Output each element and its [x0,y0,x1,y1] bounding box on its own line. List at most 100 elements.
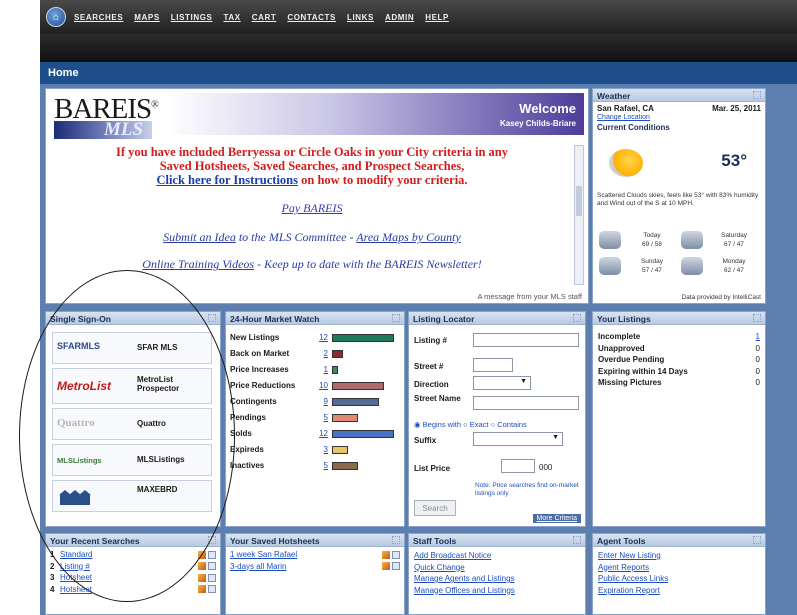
hotsheet-link[interactable]: 1 week San Rafael [230,549,380,561]
market-row-bar [332,398,379,406]
market-row: Back on Market 2 [230,348,400,360]
home-icon[interactable]: ⌂ [46,7,66,27]
recent-search-link[interactable]: Hotsheet [60,572,196,584]
document-icon[interactable] [208,562,216,571]
street-number-label: Street # [414,362,444,371]
document-icon[interactable] [392,562,400,571]
incomplete-count-link[interactable]: 1 [756,331,760,343]
quick-change-link[interactable]: Quick Change [409,562,585,574]
manage-agents-link[interactable]: Manage Agents and Listings [409,573,585,585]
market-row-label: Price Increases [230,365,289,374]
nav-listings[interactable]: LISTINGS [171,13,213,22]
sso-mlslistings[interactable]: MLSListings MLSListings [52,444,212,476]
hotsheet-link[interactable]: 3-days all Marin [230,561,380,573]
nav-searches[interactable]: SEARCHES [74,13,123,22]
street-number-input[interactable] [473,358,513,372]
message-scrollbar[interactable] [574,145,584,285]
market-row-label: New Listings [230,333,280,342]
manage-offices-link[interactable]: Manage Offices and Listings [409,585,585,597]
your-listings-header: Your Listings [593,312,765,325]
sso-label: MAXEBRD [137,485,178,494]
radio-begins-with[interactable]: ◉ Begins with [414,420,461,429]
document-icon[interactable] [208,573,216,582]
edit-icon[interactable] [198,585,206,594]
market-row-label: Pendings [230,413,267,422]
search-button[interactable]: Search [414,500,456,516]
enter-new-listing-link[interactable]: Enter New Listing [593,550,765,562]
radio-contains[interactable]: ○ Contains [491,420,527,429]
market-row-count-link[interactable]: 9 [316,397,328,406]
weather-header: Weather [593,89,765,102]
market-row-count-link[interactable]: 5 [316,461,328,470]
list-price-input[interactable] [501,459,535,473]
sso-maxebrd[interactable]: MAXEBRD [52,480,212,512]
recent-search-link[interactable]: Hotsheet [60,584,196,596]
edit-icon[interactable] [382,550,390,559]
edit-icon[interactable] [382,562,390,571]
recent-search-link[interactable]: Standard [60,549,196,561]
agent-reports-link[interactable]: Agent Reports [593,562,765,574]
document-icon[interactable] [208,550,216,559]
market-row-count-link[interactable]: 3 [316,445,328,454]
weather-panel: Weather San Rafael, CA Mar. 25, 2011 Cha… [592,88,766,304]
change-location-link[interactable]: Change Location [593,113,765,122]
recent-searches-header: Your Recent Searches [46,534,220,547]
training-videos-link[interactable]: Online Training Videos [142,257,254,271]
more-criteria-link[interactable]: More Criteria [532,514,581,523]
weather-location: San Rafael, CA [597,104,654,113]
edit-icon[interactable] [198,573,206,582]
expiration-report-link[interactable]: Expiration Report [593,585,765,597]
market-row-count-link[interactable]: 10 [316,381,328,390]
nav-cart[interactable]: CART [252,13,277,22]
edit-icon[interactable] [198,550,206,559]
welcome-user: Kasey Childs-Briare [499,119,576,128]
welcome-panel: BAREIS® MLS Welcome Kasey Childs-Briare … [45,88,589,304]
direction-select[interactable]: ▼ [473,376,531,390]
nav-maps[interactable]: MAPS [134,13,160,22]
document-icon[interactable] [392,550,400,559]
quattro-logo: Quattro [57,417,95,429]
recent-search-link[interactable]: Listing # [60,561,196,573]
add-broadcast-notice-link[interactable]: Add Broadcast Notice [409,550,585,562]
single-sign-on-panel: Single Sign-On SFARMLS SFAR MLS MetroLis… [45,311,221,527]
listing-number-input[interactable] [473,333,579,347]
submit-idea-link[interactable]: Submit an Idea [163,230,236,244]
document-icon[interactable] [208,585,216,594]
market-row-count-link[interactable]: 1 [316,365,328,374]
nav-links-menu[interactable]: LINKS [347,13,374,22]
market-row-count-link[interactable]: 12 [316,333,328,342]
locator-header: Listing Locator [409,312,585,325]
pay-bareis-link[interactable]: Pay BAREIS [52,201,572,216]
signon-header: Single Sign-On [46,312,220,325]
instructions-link[interactable]: Click here for Instructions [156,173,298,187]
area-maps-link[interactable]: Area Maps by County [356,230,461,244]
market-row-count-link[interactable]: 12 [316,429,328,438]
suffix-select[interactable]: ▼ [473,432,563,446]
sso-sfar-mls[interactable]: SFARMLS SFAR MLS [52,332,212,364]
mlslistings-logo: MLSListings [57,456,102,465]
rain-icon [599,231,621,249]
agent-tools-header: Agent Tools [593,534,765,547]
list-price-label: List Price [414,464,451,473]
sso-quattro[interactable]: Quattro Quattro [52,408,212,440]
table-row: 1 week San Rafael [226,549,404,561]
direction-label: Direction [414,380,449,389]
edit-icon[interactable] [198,562,206,571]
nav-contacts[interactable]: CONTACTS [287,13,336,22]
market-row-count-link[interactable]: 5 [316,413,328,422]
street-name-input[interactable] [473,396,579,410]
nav-help[interactable]: HELP [425,13,449,22]
listing-number-label: Listing # [414,336,447,345]
market-row: Price Increases 1 [230,364,400,376]
market-watch-panel: 24-Hour Market Watch New Listings 12 Back … [225,311,405,527]
public-access-links-link[interactable]: Public Access Links [593,573,765,585]
table-row: 3 Hotsheet [46,572,220,584]
radio-exact[interactable]: ○ Exact [463,420,488,429]
price-suffix: 000 [539,463,553,472]
sso-metrolist[interactable]: MetroList MetroList Prospector [52,368,212,404]
nav-tax[interactable]: TAX [223,13,240,22]
mls-logo-text: MLS [104,119,144,140]
list-item: Missing Pictures 0 [598,378,760,387]
nav-admin[interactable]: ADMIN [385,13,414,22]
market-row-count-link[interactable]: 2 [316,349,328,358]
